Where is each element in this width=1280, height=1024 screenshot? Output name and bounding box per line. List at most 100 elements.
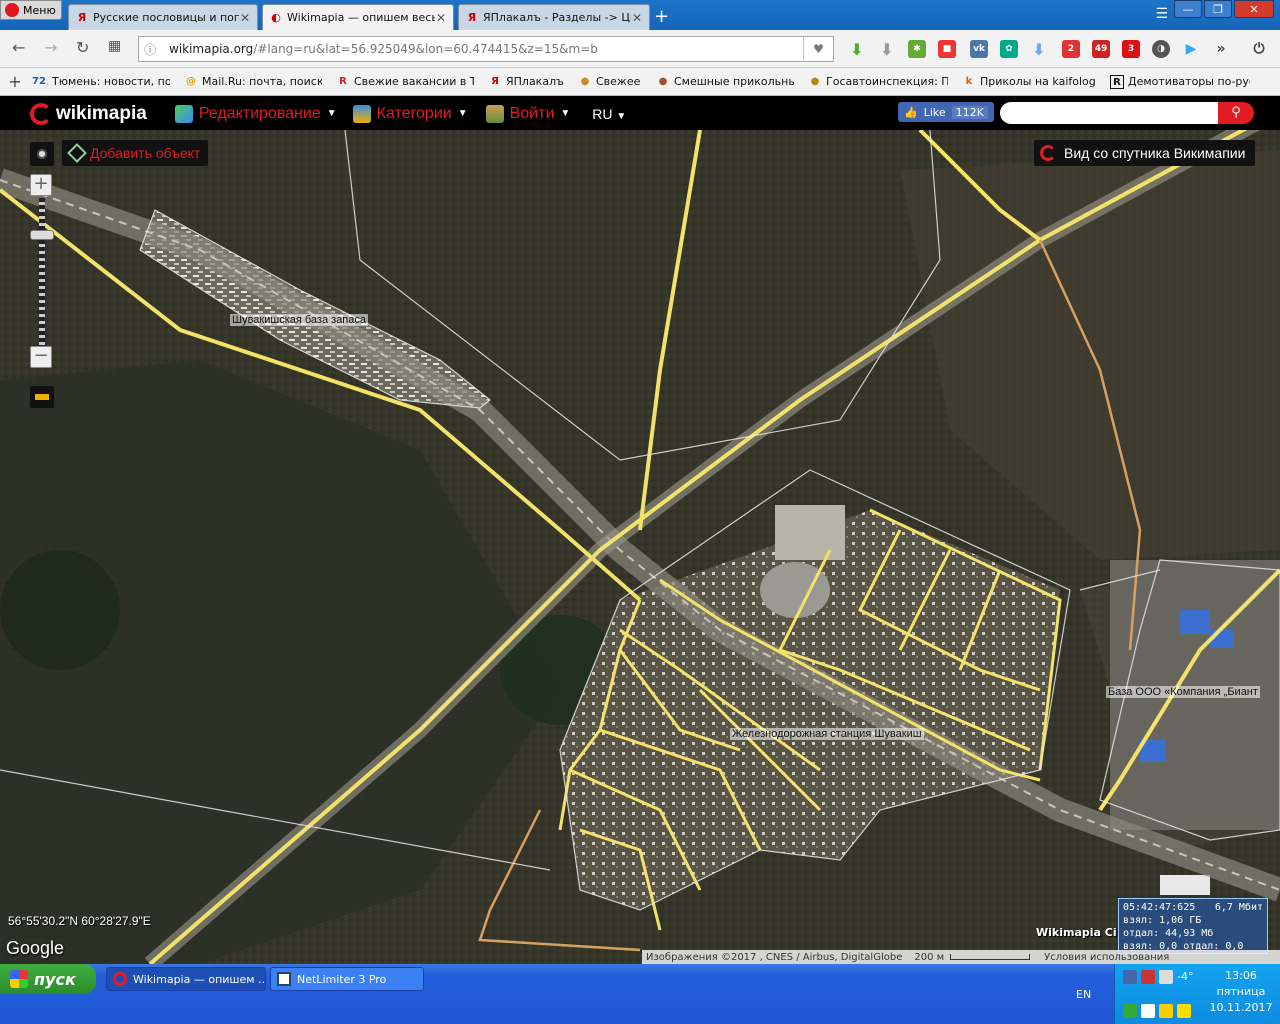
minimize-button[interactable]: — xyxy=(1174,0,1202,18)
map-search-input[interactable] xyxy=(1000,102,1218,124)
locate-icon xyxy=(37,149,47,159)
bookmark-item[interactable]: ● Смешные прикольные xyxy=(656,75,794,89)
adblock-plus-icon[interactable]: 3 xyxy=(1122,40,1140,58)
download-arrow-icon[interactable]: ⬇ xyxy=(848,40,866,59)
url-text[interactable]: wikimapia.org/#lang=ru&lat=56.925049&lon… xyxy=(161,42,803,56)
logo-text: wikimapia xyxy=(56,102,147,124)
bookmark-favicon-icon: R xyxy=(1110,74,1124,89)
menu-edit[interactable]: Редактирование ▼ xyxy=(174,104,337,123)
satellite-view-label: Вид со спутника Викимапии xyxy=(1064,145,1246,161)
map-label-base[interactable]: Шувакишская база запаса xyxy=(230,314,368,326)
netlimiter-meter: 05:42:47:625 6,7 Мбит взял: 1,06 ГБ отда… xyxy=(1118,898,1268,954)
taskbar-item-wikimapia[interactable]: Wikimapia — опишем ... xyxy=(106,967,266,991)
satellite-view-button[interactable]: Вид со спутника Викимапии xyxy=(1034,140,1256,166)
mail-icon[interactable] xyxy=(1159,970,1173,984)
zoom-out-button[interactable]: − xyxy=(30,346,52,368)
bookmark-item[interactable]: k Приколы на kaifolog.ru xyxy=(962,75,1096,89)
download-blue-icon[interactable]: ⬇ xyxy=(1030,40,1048,59)
ruler-icon xyxy=(35,394,49,400)
network-icon[interactable] xyxy=(1123,970,1137,984)
bookmark-favicon-icon: ● xyxy=(810,75,820,87)
bookmark-item[interactable]: R Демотиваторы по-русс xyxy=(1110,74,1250,89)
extension-puzzle-icon[interactable]: ✱ xyxy=(908,40,926,58)
chevron-down-icon: ▼ xyxy=(616,110,627,122)
window-controls: — ❐ ✕ xyxy=(1172,0,1274,18)
tab-close-icon[interactable]: ✕ xyxy=(435,11,447,25)
account-icon[interactable]: ⏻ xyxy=(1250,40,1268,58)
power-bolt-icon[interactable] xyxy=(1177,1004,1191,1018)
thumbs-up-icon: 👍 xyxy=(904,105,918,119)
bookmark-item[interactable]: ● Свежее xyxy=(578,75,642,89)
reload-icon[interactable]: ↻ xyxy=(76,38,89,57)
bookmark-item[interactable]: R Свежие вакансии в Тю xyxy=(336,75,474,89)
menu-login[interactable]: Войти ▼ xyxy=(485,104,570,123)
search-button[interactable]: ⚲ xyxy=(1218,102,1254,124)
extension-leaf-icon[interactable]: ✿ xyxy=(1000,40,1018,58)
opera-menu-button[interactable]: Меню xyxy=(0,0,62,20)
start-button[interactable]: пуск xyxy=(0,964,96,994)
maximize-button[interactable]: ❐ xyxy=(1204,0,1232,18)
zoom-slider-track[interactable] xyxy=(39,198,45,348)
site-info-icon[interactable]: ⓘ xyxy=(139,41,161,58)
facebook-like-button[interactable]: 👍 Like 112K xyxy=(898,102,994,122)
zoom-slider-handle[interactable] xyxy=(30,230,54,240)
language-selector[interactable]: RU ▼ xyxy=(592,106,626,122)
tab-close-icon[interactable]: ✕ xyxy=(239,11,251,25)
bookmark-label: Тюмень: новости, пого xyxy=(52,75,170,88)
tab-wikimapia[interactable]: ◐ Wikimapia — опишем весь мир ✕ xyxy=(262,4,454,30)
chevron-down-icon: ▼ xyxy=(457,108,468,119)
keyboard-language[interactable]: EN xyxy=(1076,988,1091,1001)
user-icon[interactable] xyxy=(1159,1004,1173,1018)
back-arrow-icon[interactable]: ← xyxy=(12,38,25,57)
netlimiter-tray-icon[interactable] xyxy=(1141,1004,1155,1018)
download-gray-icon[interactable]: ⬇ xyxy=(878,40,896,59)
bookmark-favicon-icon: ● xyxy=(658,75,668,87)
vk-icon[interactable]: vk xyxy=(970,40,988,58)
bookmark-item[interactable]: Я ЯПлакалъ xyxy=(488,75,564,89)
bookmark-label: Свежие вакансии в Тю xyxy=(354,75,474,88)
tab-menu-icon[interactable]: ☰ xyxy=(1155,6,1168,22)
bookmark-favicon-icon: 72 xyxy=(32,75,46,87)
bookmark-item[interactable]: 72 Тюмень: новости, пого xyxy=(30,75,170,89)
speed-dial-grid-icon[interactable]: ▦ xyxy=(108,38,121,54)
bookmark-item[interactable]: ● Госавтоинспекция: Пр xyxy=(808,75,948,89)
extension-red-icon[interactable]: ■ xyxy=(938,40,956,58)
antivirus-icon[interactable] xyxy=(1141,970,1155,984)
cursor-coordinates: 56°55'30.2"N 60°28'27.9"E xyxy=(8,914,151,928)
adblock-shield-icon[interactable]: 2 xyxy=(1062,40,1080,58)
url-bar[interactable]: ⓘ wikimapia.org/#lang=ru&lat=56.925049&l… xyxy=(138,36,834,62)
tab-proverbs[interactable]: Я Русские пословицы и поговорки ✕ xyxy=(68,4,258,30)
zoom-in-button[interactable]: + xyxy=(30,174,52,196)
tab-close-icon[interactable]: ✕ xyxy=(631,11,643,25)
map-label-company[interactable]: База ООО «Компания „Биант xyxy=(1106,686,1260,698)
at-sign-icon[interactable] xyxy=(1123,1004,1137,1018)
bookmark-heart-icon[interactable]: ♥ xyxy=(803,37,833,61)
wikimapia-logo[interactable]: wikimapia xyxy=(30,102,147,125)
add-bookmark-icon[interactable]: + xyxy=(0,72,30,91)
bookmark-favicon-icon: R xyxy=(339,75,347,87)
taskbar-item-netlimiter[interactable]: NetLimiter 3 Pro xyxy=(270,967,424,991)
terms-link[interactable]: Условия использования xyxy=(1044,952,1169,963)
measure-ruler-button[interactable] xyxy=(30,386,54,408)
menu-categories[interactable]: Категории ▼ xyxy=(352,104,468,123)
netlimiter-icon xyxy=(277,972,291,986)
locate-me-button[interactable] xyxy=(30,142,54,166)
clock[interactable]: 13:06 пятница 10.11.2017 xyxy=(1201,968,1280,1016)
clock-day: пятница xyxy=(1216,985,1266,998)
extension-play-icon[interactable]: ▶ xyxy=(1182,40,1200,58)
more-extensions-icon[interactable]: » xyxy=(1212,40,1230,58)
extension-globe-icon[interactable]: ◑ xyxy=(1152,40,1170,58)
weather-temperature[interactable]: -4° xyxy=(1177,970,1193,983)
tab-title: Русские пословицы и поговорки xyxy=(93,11,239,24)
tab-yaplakal[interactable]: Я ЯПлакалъ - Разделы -> Ци ✕ xyxy=(458,4,650,30)
categories-list-icon xyxy=(352,104,371,123)
add-object-button[interactable]: Добавить объект xyxy=(62,140,209,166)
new-tab-button[interactable]: + xyxy=(654,6,669,27)
close-window-button[interactable]: ✕ xyxy=(1234,0,1274,18)
ublock-icon[interactable]: 49 xyxy=(1092,40,1110,58)
bookmark-item[interactable]: @ Mail.Ru: почта, поиск в xyxy=(184,75,322,89)
satellite-map[interactable]: Добавить объект Вид со спутника Викимапи… xyxy=(0,130,1280,964)
forward-arrow-icon[interactable]: → xyxy=(44,38,57,57)
map-label-station[interactable]: Железнодорожная станция Шувакиш xyxy=(730,728,924,740)
meter-speed: 6,7 Мбит xyxy=(1214,902,1263,913)
